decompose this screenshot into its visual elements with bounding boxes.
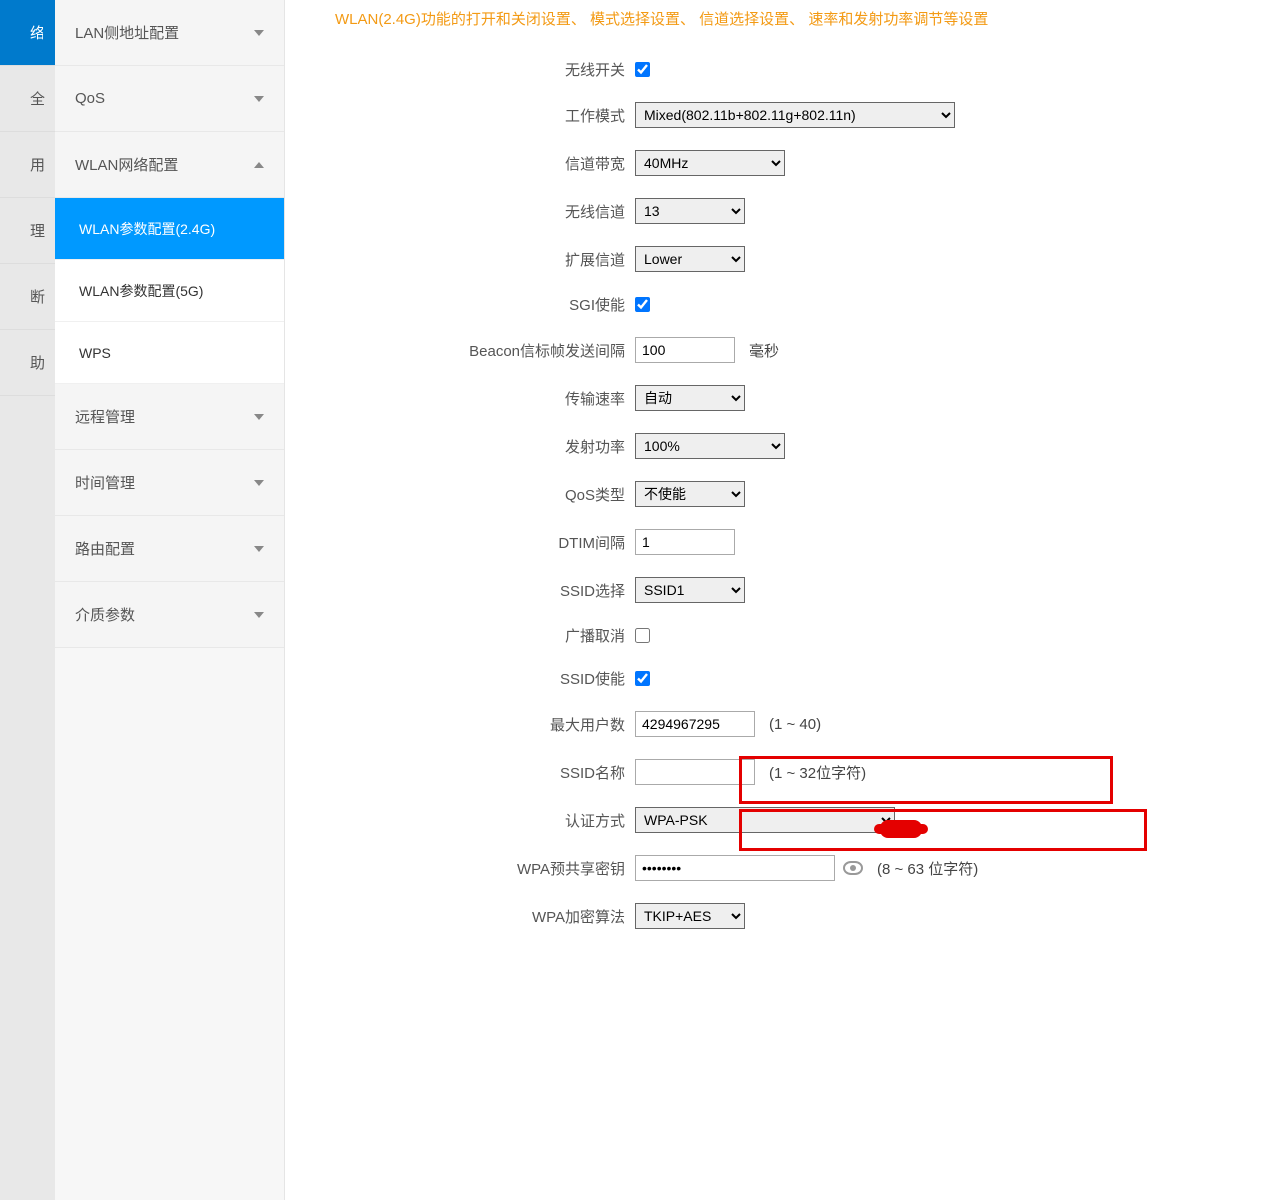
label-ssid-enable: SSID使能 (305, 668, 635, 689)
sidebar-item-label: 时间管理 (75, 472, 135, 493)
label-wireless-switch: 无线开关 (305, 59, 635, 80)
ssid-name-hint: (1 ~ 32位字符) (769, 762, 866, 783)
eye-icon[interactable] (843, 861, 863, 875)
ext-channel-select[interactable]: Lower (635, 246, 745, 272)
ssid-enable-checkbox[interactable] (635, 671, 650, 686)
sidebar-sub-wlan-5g[interactable]: WLAN参数配置(5G) (55, 260, 284, 322)
label-sgi-enable: SGI使能 (305, 294, 635, 315)
ssid-select[interactable]: SSID1 (635, 577, 745, 603)
wpa-psk-hint: (8 ~ 63 位字符) (877, 858, 978, 879)
nav-strip-item-network[interactable]: 络 (0, 0, 55, 66)
label-wireless-channel: 无线信道 (305, 201, 635, 222)
nav-strip-item-security[interactable]: 全 (0, 66, 55, 132)
dtim-interval-input[interactable] (635, 529, 735, 555)
sgi-enable-checkbox[interactable] (635, 297, 650, 312)
tx-rate-select[interactable]: 自动 (635, 385, 745, 411)
tx-power-select[interactable]: 100% (635, 433, 785, 459)
broadcast-cancel-checkbox[interactable] (635, 628, 650, 643)
qos-type-select[interactable]: 不使能 (635, 481, 745, 507)
sidebar-item-remote[interactable]: 远程管理 (55, 384, 284, 450)
sidebar-item-lan[interactable]: LAN侧地址配置 (55, 0, 284, 66)
sidebar-item-qos[interactable]: QoS (55, 66, 284, 132)
channel-bw-select[interactable]: 40MHz (635, 150, 785, 176)
sidebar-item-wlan[interactable]: WLAN网络配置 (55, 132, 284, 198)
ssid-name-input[interactable] (635, 759, 755, 785)
sidebar-sub-wps[interactable]: WPS (55, 322, 284, 384)
sidebar-item-time[interactable]: 时间管理 (55, 450, 284, 516)
chevron-down-icon (254, 546, 264, 552)
annotation-redaction-mark (880, 820, 922, 838)
max-users-input[interactable] (635, 711, 755, 737)
sidebar-item-label: LAN侧地址配置 (75, 22, 179, 43)
sidebar-item-label: 介质参数 (75, 604, 135, 625)
wireless-switch-checkbox[interactable] (635, 62, 650, 77)
label-dtim-interval: DTIM间隔 (305, 532, 635, 553)
label-channel-bw: 信道带宽 (305, 153, 635, 174)
sidebar-item-route[interactable]: 路由配置 (55, 516, 284, 582)
nav-strip-item-app[interactable]: 用 (0, 132, 55, 198)
auth-type-select[interactable]: WPA-PSK (635, 807, 895, 833)
label-max-users: 最大用户数 (305, 714, 635, 735)
label-auth-type: 认证方式 (305, 810, 635, 831)
chevron-up-icon (254, 162, 264, 168)
chevron-down-icon (254, 96, 264, 102)
nav-strip-item-diag[interactable]: 断 (0, 264, 55, 330)
label-beacon-interval: Beacon信标帧发送间隔 (305, 340, 635, 361)
nav-strip-item-manage[interactable]: 理 (0, 198, 55, 264)
label-ssid-name: SSID名称 (305, 762, 635, 783)
primary-nav-strip: 络 全 用 理 断 助 (0, 0, 55, 1200)
label-ssid-select: SSID选择 (305, 580, 635, 601)
page-description: WLAN(2.4G)功能的打开和关闭设置、 模式选择设置、 信道选择设置、 速率… (305, 0, 1270, 59)
label-ext-channel: 扩展信道 (305, 249, 635, 270)
sidebar-item-label: 远程管理 (75, 406, 135, 427)
label-tx-power: 发射功率 (305, 436, 635, 457)
chevron-down-icon (254, 612, 264, 618)
wpa-psk-input[interactable] (635, 855, 835, 881)
beacon-unit: 毫秒 (749, 340, 779, 361)
beacon-interval-input[interactable] (635, 337, 735, 363)
work-mode-select[interactable]: Mixed(802.11b+802.11g+802.11n) (635, 102, 955, 128)
chevron-down-icon (254, 480, 264, 486)
label-broadcast-cancel: 广播取消 (305, 625, 635, 646)
nav-strip-item-help[interactable]: 助 (0, 330, 55, 396)
label-tx-rate: 传输速率 (305, 388, 635, 409)
chevron-down-icon (254, 414, 264, 420)
main-content: WLAN(2.4G)功能的打开和关闭设置、 模式选择设置、 信道选择设置、 速率… (285, 0, 1280, 1200)
wireless-channel-select[interactable]: 13 (635, 198, 745, 224)
wpa-algo-select[interactable]: TKIP+AES (635, 903, 745, 929)
sidebar: LAN侧地址配置 QoS WLAN网络配置 WLAN参数配置(2.4G) WLA… (55, 0, 285, 1200)
label-qos-type: QoS类型 (305, 484, 635, 505)
label-wpa-algo: WPA加密算法 (305, 906, 635, 927)
label-wpa-psk: WPA预共享密钥 (305, 858, 635, 879)
max-users-hint: (1 ~ 40) (769, 716, 821, 733)
sidebar-item-label: WLAN网络配置 (75, 154, 178, 175)
label-work-mode: 工作模式 (305, 105, 635, 126)
chevron-down-icon (254, 30, 264, 36)
sidebar-item-media[interactable]: 介质参数 (55, 582, 284, 648)
sidebar-item-label: QoS (75, 90, 105, 107)
sidebar-item-label: 路由配置 (75, 538, 135, 559)
sidebar-sub-wlan-24g[interactable]: WLAN参数配置(2.4G) (55, 198, 284, 260)
